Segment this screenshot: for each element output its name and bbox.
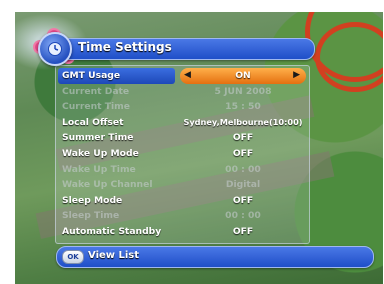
setting-automatic-standby-value[interactable]: OFF — [180, 224, 306, 240]
gmt-usage-value-text: ON — [235, 70, 251, 81]
setting-local-offset-label[interactable]: Local Offset — [58, 115, 177, 131]
setting-gmt-usage-value[interactable]: ◀ ON ▶ — [180, 68, 306, 84]
page-title: Time Settings — [78, 40, 172, 54]
setting-automatic-standby-label[interactable]: Automatic Standby — [58, 224, 177, 240]
ok-button[interactable]: OK — [62, 250, 84, 264]
setting-summer-time-value[interactable]: OFF — [180, 130, 306, 146]
setting-current-date-label: Current Date — [62, 85, 130, 97]
setting-wake-up-channel-label: Wake Up Channel — [62, 179, 153, 191]
settings-labels: GMT Usage Current Date Current Time Loca… — [58, 68, 177, 240]
setting-wake-up-time-value: 00 : 00 — [225, 163, 261, 175]
setting-wake-up-mode-label[interactable]: Wake Up Mode — [58, 146, 177, 162]
setting-sleep-mode-label[interactable]: Sleep Mode — [58, 193, 177, 209]
setting-wake-up-time-label: Wake Up Time — [62, 163, 136, 175]
setting-summer-time-label[interactable]: Summer Time — [58, 130, 177, 146]
tv-screen: Time Settings GMT Usage Current Date Cur… — [0, 0, 384, 284]
setting-sleep-time-label: Sleep Time — [62, 210, 120, 222]
setting-wake-up-mode-value[interactable]: OFF — [180, 146, 306, 162]
setting-gmt-usage-label[interactable]: GMT Usage — [58, 68, 175, 84]
setting-sleep-mode-value[interactable]: OFF — [180, 193, 306, 209]
setting-current-time-value: 15 : 50 — [225, 101, 261, 113]
setting-local-offset-value[interactable]: Sydney,Melbourne(10:00) — [180, 115, 306, 131]
setting-current-time-label: Current Time — [62, 101, 130, 113]
right-arrow-icon[interactable]: ▶ — [293, 68, 300, 84]
settings-values: ◀ ON ▶ 5 JUN 2008 15 : 50 Sydney,Melbour… — [180, 68, 306, 240]
setting-wake-up-channel-value: Digital — [225, 179, 261, 191]
clock-settings-icon — [38, 32, 72, 66]
left-arrow-icon[interactable]: ◀ — [184, 68, 191, 84]
view-list-label: View List — [88, 250, 140, 261]
setting-sleep-time-value: 00 : 00 — [225, 210, 261, 222]
setting-current-date-value: 5 JUN 2008 — [214, 85, 272, 97]
